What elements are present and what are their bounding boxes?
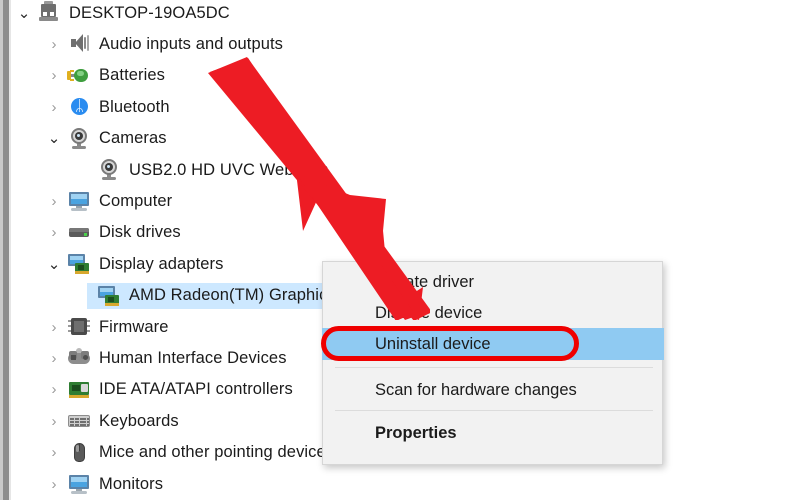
chevron-right-icon[interactable]: › — [41, 37, 67, 52]
gamepad-icon — [67, 346, 93, 370]
tree-item-label: IDE ATA/ATAPI controllers — [99, 380, 293, 399]
monitor-icon — [67, 472, 93, 496]
tree-item-label: Firmware — [99, 317, 169, 336]
keyboard-icon — [67, 409, 93, 433]
device-manager-screenshot: ⌄ DESKTOP-19OA5DC › Audio inputs and output… — [0, 0, 800, 500]
tree-root-node[interactable]: ⌄ DESKTOP-19OA5DC — [11, 0, 230, 28]
menu-item-scan-for-hardware-changes[interactable]: Scan for hardware changes — [324, 375, 663, 406]
menu-item-label: Properties — [375, 424, 457, 442]
chevron-down-icon[interactable]: ⌄ — [41, 257, 67, 272]
menu-item-disable-device[interactable]: Disable device — [324, 298, 663, 329]
battery-icon — [67, 64, 93, 88]
tree-item-label: Batteries — [99, 66, 166, 85]
chevron-down-icon[interactable]: ⌄ — [41, 131, 67, 146]
camera-icon — [67, 127, 93, 151]
tree-item-ide-ata-atapi-controllers[interactable]: › IDE ATA/ATAPI controllers — [41, 375, 293, 405]
chevron-right-icon[interactable]: › — [41, 68, 67, 83]
tree-item-computer[interactable]: › Computer — [41, 186, 172, 216]
chevron-right-icon[interactable]: › — [41, 477, 67, 492]
menu-item-properties[interactable]: Properties — [324, 418, 663, 449]
tree-item-label: Display adapters — [99, 254, 224, 273]
chevron-right-icon[interactable]: › — [41, 225, 67, 240]
chevron-right-icon[interactable]: › — [41, 382, 67, 397]
chevron-right-icon[interactable]: › — [41, 351, 67, 366]
camera-icon — [97, 158, 123, 182]
chevron-right-icon[interactable]: › — [41, 414, 67, 429]
tree-item-display-adapters[interactable]: ⌄ Display adapters — [41, 249, 224, 279]
window-left-edge — [0, 0, 3, 500]
tree-item-label: Cameras — [99, 129, 167, 148]
menu-item-label: Update driver — [375, 273, 475, 291]
menu-item-label: Disable device — [375, 304, 483, 322]
firmware-chip-icon — [67, 315, 93, 339]
bluetooth-icon: ᛦ — [67, 95, 93, 119]
display-adapter-icon — [97, 284, 123, 308]
tree-item-label: Disk drives — [99, 223, 181, 242]
tree-item-label: Bluetooth — [99, 97, 170, 116]
context-menu[interactable]: Update driver Disable device Uninstall dev… — [322, 261, 664, 465]
tree-item-label: Keyboards — [99, 411, 179, 430]
tree-item-audio-inputs-and-outputs[interactable]: › Audio inputs and outputs — [41, 29, 283, 59]
chevron-down-icon[interactable]: ⌄ — [11, 6, 37, 21]
tree-item-label: Monitors — [99, 474, 164, 493]
tree-item-label: Mice and other pointing devices — [99, 443, 335, 462]
tree-item-amd-radeon-tm-graphics[interactable]: AMD Radeon(TM) Graphics — [71, 281, 336, 311]
speaker-icon — [67, 32, 93, 56]
tree-item-mice-and-other-pointing-devices[interactable]: › Mice and other pointing devices — [41, 438, 334, 468]
tree-item-keyboards[interactable]: › Keyboards — [41, 406, 179, 436]
menu-item-update-driver[interactable]: Update driver — [324, 267, 663, 298]
disk-drive-icon — [67, 221, 93, 245]
chevron-right-icon[interactable]: › — [41, 445, 67, 460]
red-highlight-outline — [321, 326, 579, 361]
menu-separator-2 — [335, 410, 653, 411]
tree-item-disk-drives[interactable]: › Disk drives — [41, 218, 181, 248]
tree-item-human-interface-devices[interactable]: › Human Interface Devices — [41, 343, 287, 373]
mouse-icon — [67, 441, 93, 465]
computer-root-icon — [37, 1, 63, 25]
display-adapter-icon — [67, 252, 93, 276]
tree-item-label: DESKTOP-19OA5DC — [69, 3, 230, 22]
tree-item-batteries[interactable]: › Batteries — [41, 61, 165, 91]
tree-item-label: Computer — [99, 191, 173, 210]
tree-item-monitors[interactable]: › Monitors — [41, 469, 163, 499]
monitor-icon — [67, 189, 93, 213]
tree-item-firmware[interactable]: › Firmware — [41, 312, 169, 342]
tree-item-label: AMD Radeon(TM) Graphics — [129, 286, 336, 305]
chevron-right-icon[interactable]: › — [41, 100, 67, 115]
chevron-right-icon[interactable]: › — [41, 194, 67, 209]
menu-item-label: Scan for hardware changes — [375, 381, 577, 399]
tree-item-label: Audio inputs and outputs — [99, 34, 284, 53]
menu-separator-1 — [335, 367, 653, 368]
tree-item-usb2-0-hd-uvc-webcam[interactable]: USB2.0 HD UVC WebCam — [71, 155, 329, 185]
chevron-right-icon[interactable]: › — [41, 320, 67, 335]
tree-item-label: Human Interface Devices — [99, 348, 287, 367]
tree-item-bluetooth[interactable]: › ᛦ Bluetooth — [41, 92, 170, 122]
tree-item-cameras[interactable]: ⌄ Cameras — [41, 124, 167, 154]
controller-card-icon — [67, 378, 93, 402]
tree-item-label: USB2.0 HD UVC WebCam — [129, 160, 329, 179]
